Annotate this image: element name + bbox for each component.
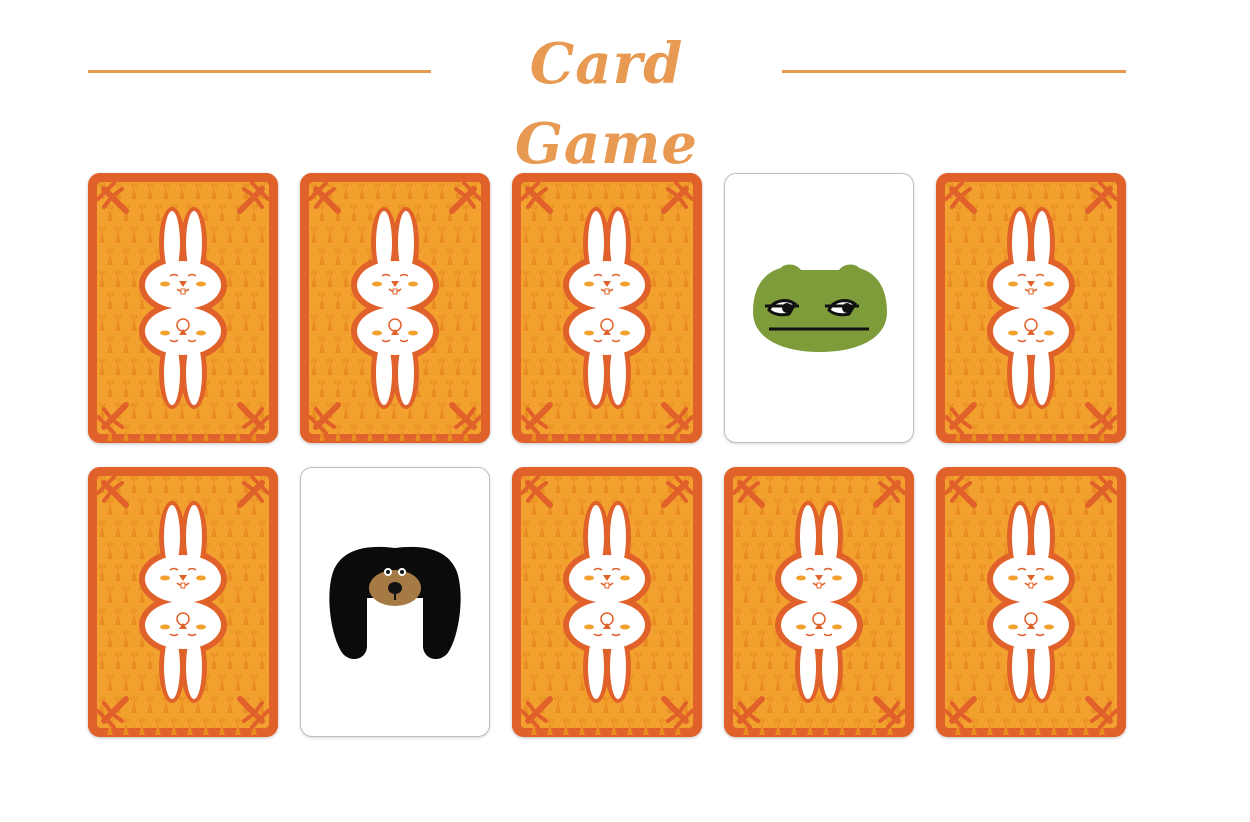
title-rule-right bbox=[782, 70, 1126, 73]
card-face-frog[interactable] bbox=[724, 173, 914, 443]
card-back[interactable] bbox=[936, 173, 1126, 443]
dog-icon bbox=[329, 546, 461, 660]
card-grid bbox=[88, 173, 1128, 739]
card-back[interactable] bbox=[512, 467, 702, 737]
header: Card Game bbox=[0, 0, 1250, 177]
card-back[interactable] bbox=[88, 173, 278, 443]
page-title: Card Game bbox=[515, 31, 698, 177]
frog-icon bbox=[753, 264, 887, 352]
card-back[interactable] bbox=[936, 467, 1126, 737]
card-back[interactable] bbox=[88, 467, 278, 737]
title-rule-left bbox=[88, 70, 431, 73]
card-back[interactable] bbox=[300, 173, 490, 443]
card-face-dog[interactable] bbox=[300, 467, 490, 737]
card-back[interactable] bbox=[724, 467, 914, 737]
card-back[interactable] bbox=[512, 173, 702, 443]
